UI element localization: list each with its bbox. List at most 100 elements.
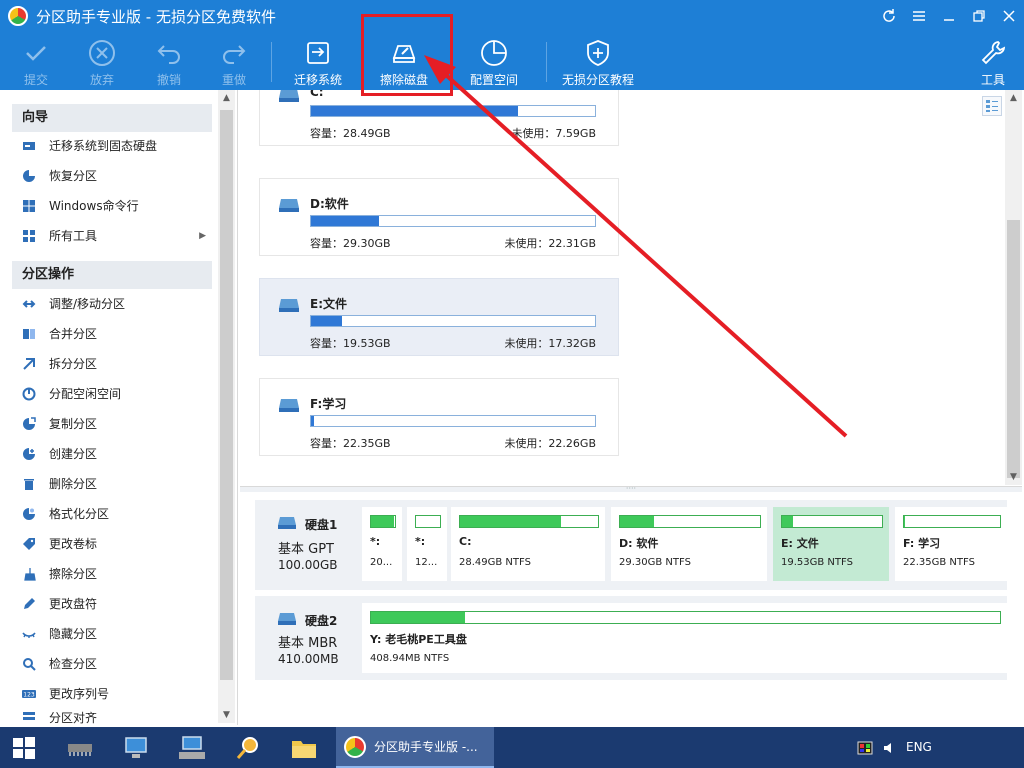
sidebar-item-split[interactable]: 拆分分区 (22, 351, 212, 377)
disk1-partition-f[interactable]: F: 学习 22.35GB NTFS (895, 507, 1007, 581)
disk-map: 硬盘1 基本 GPT 100.00GB *: 20... *: 12... C:… (240, 492, 1022, 725)
usage-fill (311, 316, 343, 326)
allocate-space-icon (22, 387, 36, 401)
sidebar-item-resize[interactable]: 调整/移动分区 (22, 291, 212, 317)
sidebar-item-format[interactable]: 格式化分区 (22, 501, 212, 527)
sidebar-item-migrate-ssd[interactable]: 迁移系统到固态硬盘 (22, 133, 212, 159)
close-icon[interactable] (994, 0, 1024, 32)
partition-card-e[interactable]: E:文件 容量：19.53GB 未使用：17.32GB (259, 278, 619, 356)
hidden-eye-icon (22, 627, 36, 641)
card-scroll-thumb[interactable] (1007, 220, 1020, 478)
disk1-partition-c[interactable]: C: 28.49GB NTFS (451, 507, 605, 581)
commit-button[interactable]: 提交 (12, 36, 60, 88)
usage-bar (310, 415, 596, 427)
disk1-partition-e[interactable]: E: 文件 19.53GB NTFS (773, 507, 889, 581)
usage-fill (904, 516, 905, 527)
sidebar-item-hide[interactable]: 隐藏分区 (22, 621, 212, 647)
language-indicator[interactable]: ENG (906, 740, 932, 754)
volume-icon[interactable] (880, 727, 900, 768)
discard-button[interactable]: 放弃 (78, 36, 126, 88)
sidebar-item-delete[interactable]: 删除分区 (22, 471, 212, 497)
scroll-down-icon[interactable]: ▼ (1005, 469, 1022, 485)
check-icon (26, 46, 46, 61)
sidebar-item-wipe[interactable]: 擦除分区 (22, 561, 212, 587)
file-explorer-icon[interactable] (280, 727, 328, 768)
keyboard-computer-icon[interactable] (168, 727, 216, 768)
sidebar-item-label[interactable]: 更改卷标 (22, 531, 212, 557)
disk-row-1[interactable]: 硬盘1 基本 GPT 100.00GB *: 20... *: 12... C:… (255, 500, 1007, 590)
pie-clock-icon (481, 40, 507, 66)
window-title: 分区助手专业版 - 无损分区免费软件 (36, 7, 276, 26)
tools-button[interactable]: 工具 (974, 36, 1012, 88)
disk1-partition-block[interactable]: *: 20... (362, 507, 402, 581)
copy-partition-icon (22, 417, 36, 431)
usage-fill (460, 516, 561, 527)
partition-card-c[interactable]: C: 容量：28.49GB 未使用：7.59GB (259, 90, 619, 146)
split-partition-icon (22, 357, 36, 371)
windows-start-icon[interactable] (0, 727, 48, 768)
app-logo-icon (344, 735, 366, 758)
taskbar-active-app[interactable]: 分区助手专业版 -... (336, 727, 494, 768)
usage-fill (782, 516, 793, 527)
hardware-chip-icon[interactable] (56, 727, 104, 768)
usage-fill (311, 106, 519, 116)
ops-section-title: 分区操作 (12, 261, 212, 289)
color-tray-icon[interactable] (855, 727, 875, 768)
disk1-partition-d[interactable]: D: 软件 29.30GB NTFS (611, 507, 767, 581)
create-partition-icon (22, 447, 36, 461)
restore-icon[interactable] (964, 0, 994, 32)
disk2-partition-y[interactable]: Y: 老毛桃PE工具盘 408.94MB NTFS (362, 603, 1007, 673)
search-tool-icon[interactable] (224, 727, 272, 768)
refresh-icon[interactable] (874, 0, 904, 32)
sidebar-item-allocate[interactable]: 分配空闲空间 (22, 381, 212, 407)
usage-fill (371, 516, 394, 527)
disk-info: 硬盘2 基本 MBR 410.00MB (278, 613, 339, 666)
sidebar-item-recover[interactable]: 恢复分区 (22, 163, 212, 189)
broom-icon (22, 567, 36, 581)
sidebar-item-align[interactable]: 分区对齐 (22, 711, 212, 725)
drive-icon (279, 299, 299, 312)
partition-card-d[interactable]: D:软件 容量：29.30GB 未使用：22.31GB (259, 178, 619, 256)
title-bar: 分区助手专业版 - 无损分区免费软件 (0, 0, 1024, 32)
drive-icon (279, 399, 299, 412)
allocate-space-button[interactable]: 配置空间 (464, 36, 524, 88)
usage-fill (311, 416, 314, 426)
sidebar-scrollbar[interactable]: ▲ ▼ (218, 90, 235, 723)
sidebar-item-cmd[interactable]: Windows命令行 (22, 193, 212, 219)
submenu-arrow-icon: ▶ (199, 231, 206, 241)
view-toggle-button[interactable] (982, 96, 1002, 116)
recover-partition-icon (22, 169, 36, 183)
sidebar-item-all-tools[interactable]: 所有工具 ▶ (22, 223, 212, 249)
usage-fill (371, 612, 466, 623)
sidebar-item-letter[interactable]: 更改盘符 (22, 591, 212, 617)
migrate-system-button[interactable]: 迁移系统 (288, 36, 348, 88)
undo-button[interactable]: 撤销 (145, 36, 193, 88)
drive-icon (279, 90, 299, 102)
sidebar-scroll-thumb[interactable] (220, 110, 233, 680)
toolbar: 提交 放弃 撤销 重做 迁移系统 擦除磁盘 配置空间 无损分区教程 工具 (0, 32, 1024, 90)
partition-card-f[interactable]: F:学习 容量：22.35GB 未使用：22.26GB (259, 378, 619, 456)
sidebar-item-check[interactable]: 检查分区 (22, 651, 212, 677)
scroll-up-icon[interactable]: ▲ (218, 90, 235, 106)
sidebar-item-copy[interactable]: 复制分区 (22, 411, 212, 437)
sidebar-item-merge[interactable]: 合并分区 (22, 321, 212, 347)
disk-row-2[interactable]: 硬盘2 基本 MBR 410.00MB Y: 老毛桃PE工具盘 408.94MB… (255, 596, 1007, 680)
disk1-partition-block[interactable]: *: 12... (407, 507, 447, 581)
disk-info: 硬盘1 基本 GPT 100.00GB (278, 517, 338, 572)
wizard-section-title: 向导 (12, 104, 212, 132)
partition-tutorial-button[interactable]: 无损分区教程 (560, 36, 636, 88)
usage-fill (311, 216, 380, 226)
menu-icon[interactable] (904, 0, 934, 32)
usage-bar (310, 105, 596, 117)
redo-button[interactable]: 重做 (210, 36, 258, 88)
taskbar: 分区助手专业版 -... ENG (0, 727, 1024, 768)
sidebar-item-create[interactable]: 创建分区 (22, 441, 212, 467)
scroll-up-icon[interactable]: ▲ (1005, 90, 1022, 106)
wipe-disk-button[interactable]: 擦除磁盘 (374, 36, 434, 88)
computer-network-icon[interactable] (112, 727, 160, 768)
card-view-scrollbar[interactable]: ▲ ▼ (1005, 90, 1022, 485)
sidebar-item-serial[interactable]: 123 更改序列号 (22, 681, 212, 707)
minimize-icon[interactable] (934, 0, 964, 32)
scroll-down-icon[interactable]: ▼ (218, 707, 235, 723)
toolbar-separator (271, 42, 272, 82)
